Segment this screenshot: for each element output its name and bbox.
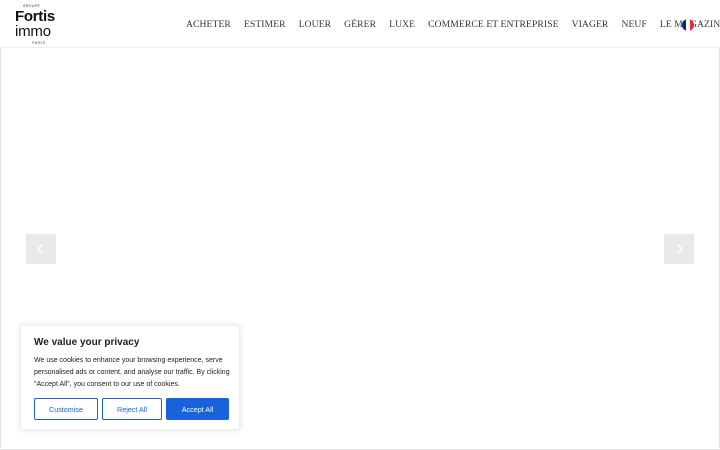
logo-line-2: immo xyxy=(15,23,51,40)
nav-item-commerce[interactable]: COMMERCE ET ENTREPRISE xyxy=(428,19,558,31)
chevron-right-icon xyxy=(676,243,683,255)
chevron-left-icon xyxy=(37,243,44,255)
nav-item-luxe[interactable]: LUXE xyxy=(389,19,415,31)
fortis-immo-logo[interactable]: GROUPE Fortis immo PARIS xyxy=(15,4,67,46)
logo-line-1: Fortis xyxy=(15,8,55,25)
cookie-banner-text: We use cookies to enhance your browsing … xyxy=(34,357,230,388)
accept-all-button[interactable]: Accept All xyxy=(166,398,229,420)
cookie-consent-banner: We value your privacy We use cookies to … xyxy=(20,325,240,430)
cookie-banner-actions: Customise Reject All Accept All xyxy=(34,398,229,420)
french-flag-icon[interactable] xyxy=(682,19,694,31)
nav-item-acheter[interactable]: ACHETER xyxy=(186,19,231,31)
slider-prev-button[interactable] xyxy=(26,234,56,264)
logo-city: PARIS xyxy=(32,41,46,45)
nav-item-viager[interactable]: VIAGER xyxy=(572,19,609,31)
cookie-banner-title: We value your privacy xyxy=(34,337,140,348)
slider-next-button[interactable] xyxy=(664,234,694,264)
site-header: GROUPE Fortis immo PARIS ACHETER ESTIMER… xyxy=(0,0,720,48)
nav-item-louer[interactable]: LOUER xyxy=(299,19,331,31)
nav-item-estimer[interactable]: ESTIMER xyxy=(244,19,286,31)
reject-all-button[interactable]: Reject All xyxy=(102,398,162,420)
nav-item-neuf[interactable]: NEUF xyxy=(621,19,646,31)
nav-item-gerer[interactable]: GÉRER xyxy=(344,19,376,31)
main-nav: ACHETER ESTIMER LOUER GÉRER LUXE COMMERC… xyxy=(186,18,720,32)
customise-button[interactable]: Customise xyxy=(34,398,98,420)
